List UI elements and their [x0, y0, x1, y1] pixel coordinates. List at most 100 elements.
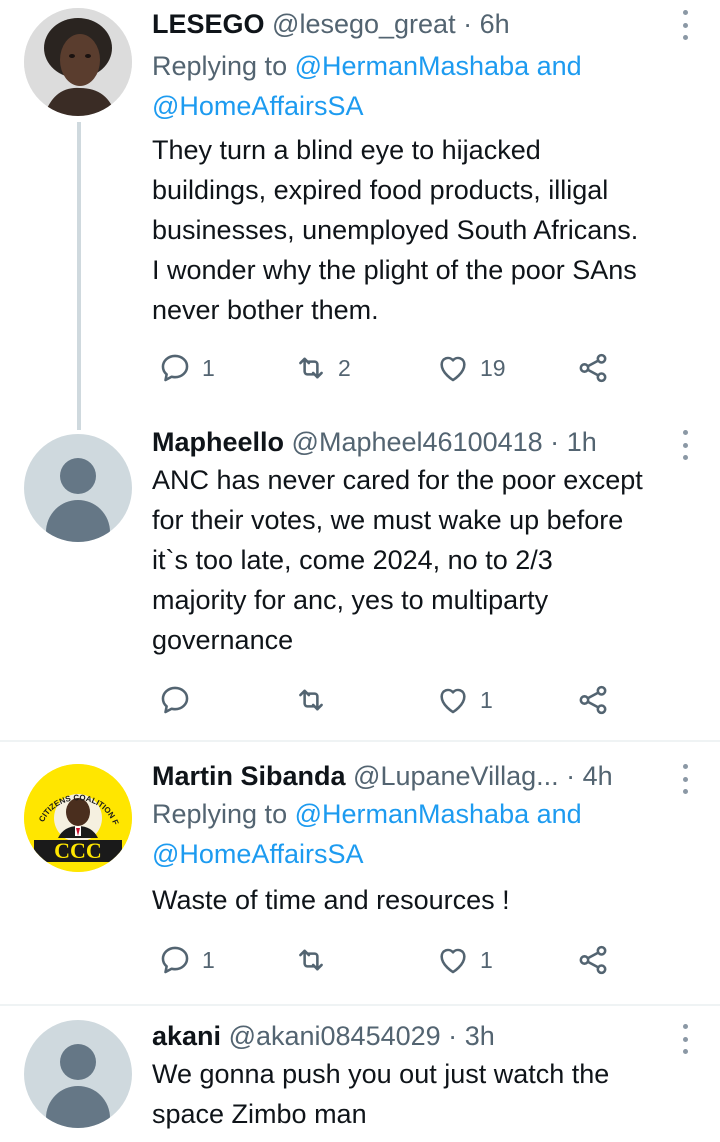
avatar[interactable] — [24, 1020, 132, 1128]
like-button[interactable]: 19 — [436, 350, 506, 386]
tweet-mapheello[interactable]: Mapheello @Mapheel46100418 · 1h ANC has … — [0, 420, 720, 740]
replying-and: and — [529, 51, 582, 81]
default-avatar-body — [46, 1086, 110, 1128]
separator-dot: · — [448, 1021, 458, 1051]
reply-icon — [161, 686, 189, 714]
timestamp[interactable]: 4h — [583, 761, 613, 791]
tweet-martin-sibanda[interactable]: CCC CITIZENS COALITION FOR CHANGE Martin… — [0, 750, 720, 1000]
tweet-text: We gonna push you out just watch the spa… — [152, 1054, 680, 1134]
mention-link[interactable]: @HermanMashaba — [295, 51, 530, 81]
tweet-header: Martin Sibanda @LupaneVillag... · 4h — [152, 758, 680, 794]
share-button[interactable] — [576, 942, 610, 978]
heart-icon — [440, 688, 466, 714]
like-button[interactable]: 1 — [436, 942, 493, 978]
tweet-text: They turn a blind eye to hijacked buildi… — [152, 130, 680, 330]
replying-prefix: Replying to — [152, 51, 295, 81]
timestamp[interactable]: 1h — [567, 427, 597, 457]
like-button[interactable]: 1 — [436, 682, 493, 718]
mention-link[interactable]: @HomeAffairsSA — [152, 91, 363, 121]
retweet-icon — [299, 949, 323, 971]
default-avatar-head — [60, 1044, 96, 1080]
share-icon — [579, 685, 607, 715]
tweet-divider — [0, 740, 720, 742]
user-handle[interactable]: @akani08454029 — [229, 1021, 441, 1051]
more-vertical-icon[interactable] — [680, 10, 690, 40]
tweet-text-line: They turn a blind eye to hijacked — [152, 135, 541, 165]
tweet-header: LESEGO @lesego_great · 6h — [152, 6, 680, 42]
tweet-text: Waste of time and resources ! — [152, 880, 680, 920]
more-vertical-icon[interactable] — [680, 764, 690, 794]
retweet-button[interactable] — [294, 682, 338, 718]
share-icon — [579, 353, 607, 383]
reply-icon — [161, 946, 189, 974]
tweet-text-line: space Zimbo man — [152, 1099, 367, 1129]
profile-photo — [24, 8, 132, 116]
ccc-logo-text: CCC — [54, 838, 102, 863]
user-handle[interactable]: @lesego_great — [272, 9, 456, 39]
share-icon — [579, 945, 607, 975]
retweet-icon — [299, 357, 323, 379]
tweet-text-line: businesses, unemployed South Africans. — [152, 215, 639, 245]
tweet-text-line: I wonder why the plight of the poor SAns — [152, 255, 637, 285]
replying-to: Replying to @HermanMashaba and @HomeAffa… — [152, 46, 680, 126]
reply-icon — [161, 354, 189, 382]
mention-link[interactable]: @HermanMashaba — [295, 799, 530, 829]
replying-and: and — [529, 799, 582, 829]
display-name[interactable]: Mapheello — [152, 427, 284, 457]
share-button[interactable] — [576, 682, 610, 718]
tweet-actions: 1 — [152, 682, 632, 718]
avatar[interactable] — [24, 434, 132, 542]
tweet-text-line: governance — [152, 625, 294, 655]
more-vertical-icon[interactable] — [680, 1024, 690, 1054]
more-vertical-icon[interactable] — [680, 430, 690, 460]
display-name[interactable]: LESEGO — [152, 9, 265, 39]
user-handle[interactable]: @LupaneVillag... — [353, 761, 559, 791]
tweet-header: akani @akani08454029 · 3h — [152, 1018, 680, 1054]
heart-icon — [440, 356, 466, 382]
like-count: 1 — [480, 686, 493, 713]
tweet-text-line: it`s too late, come 2024, no to 2/3 — [152, 545, 553, 575]
default-avatar-head — [60, 458, 96, 494]
tweet-header: Mapheello @Mapheel46100418 · 1h — [152, 424, 680, 460]
retweet-count: 2 — [338, 354, 351, 381]
tweet-actions: 1 1 — [152, 942, 632, 978]
tweet-lesego[interactable]: LESEGO @lesego_great · 6h Replying to @H… — [0, 0, 720, 430]
ccc-logo-image: CCC CITIZENS COALITION FOR CHANGE — [24, 764, 132, 872]
heart-icon — [440, 948, 466, 974]
retweet-icon — [299, 689, 323, 711]
display-name[interactable]: Martin Sibanda — [152, 761, 346, 791]
tweet-text-line: Waste of time and resources ! — [152, 885, 510, 915]
share-button[interactable] — [576, 350, 610, 386]
tweet-text-line: for their votes, we must wake up before — [152, 505, 624, 535]
like-count: 1 — [480, 946, 493, 973]
user-handle[interactable]: @Mapheel46100418 — [292, 427, 543, 457]
retweet-button[interactable] — [294, 942, 338, 978]
separator-dot: · — [566, 761, 576, 791]
mention-link[interactable]: @HomeAffairsSA — [152, 839, 363, 869]
tweet-text-line: buildings, expired food products, illiga… — [152, 175, 609, 205]
timestamp[interactable]: 3h — [465, 1021, 495, 1051]
tweet-text-line: ANC has never cared for the poor except — [152, 465, 643, 495]
tweet-text-line: never bother them. — [152, 295, 379, 325]
reply-count: 1 — [202, 354, 215, 381]
avatar[interactable]: CCC CITIZENS COALITION FOR CHANGE — [24, 764, 132, 872]
tweet-akani[interactable]: akani @akani08454029 · 3h We gonna push … — [0, 1006, 720, 1142]
reply-count: 1 — [202, 946, 215, 973]
timestamp[interactable]: 6h — [480, 9, 510, 39]
reply-button[interactable] — [158, 682, 202, 718]
default-avatar-body — [46, 500, 110, 542]
like-count: 19 — [480, 354, 506, 381]
retweet-button[interactable]: 2 — [294, 350, 351, 386]
separator-dot: · — [550, 427, 560, 457]
replying-to: Replying to @HermanMashaba and @HomeAffa… — [152, 794, 680, 874]
separator-dot: · — [463, 9, 473, 39]
avatar[interactable] — [24, 8, 132, 116]
reply-button[interactable]: 1 — [158, 350, 215, 386]
tweet-text: ANC has never cared for the poor except … — [152, 460, 680, 660]
tweet-text-line: We gonna push you out just watch the — [152, 1059, 610, 1089]
tweet-text-line: majority for anc, yes to multiparty — [152, 585, 549, 615]
replying-prefix: Replying to — [152, 799, 295, 829]
reply-button[interactable]: 1 — [158, 942, 215, 978]
tweet-actions: 1 2 19 — [152, 350, 632, 386]
display-name[interactable]: akani — [152, 1021, 221, 1051]
